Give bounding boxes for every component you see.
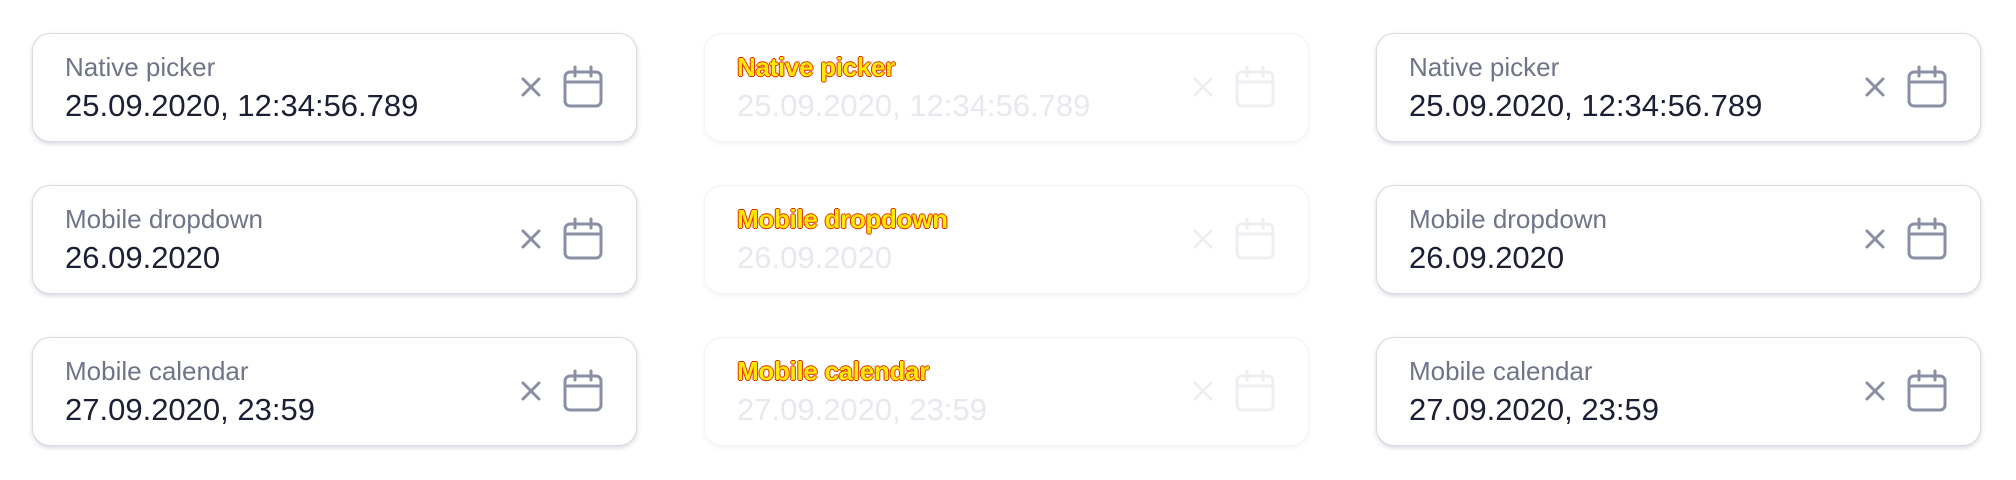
field-value: 25.09.2020, 12:34:56.789	[737, 88, 1091, 123]
calendar-icon[interactable]	[562, 217, 604, 261]
mobile-dropdown-field: Mobile dropdown 26.09.2020	[704, 185, 1309, 294]
native-picker-field: Native picker 25.09.2020, 12:34:56.789	[704, 33, 1309, 142]
calendar-icon[interactable]	[1906, 65, 1948, 109]
field-label: Mobile dropdown	[737, 204, 948, 234]
close-icon[interactable]	[1861, 377, 1889, 405]
close-icon[interactable]	[517, 377, 545, 405]
calendar-icon[interactable]	[1906, 217, 1948, 261]
field-value[interactable]: 26.09.2020	[1409, 240, 1564, 276]
date-panel-left: Native picker 25.09.2020, 12:34:56.789 M…	[0, 0, 672, 464]
native-picker-field[interactable]: Native picker 25.09.2020, 12:34:56.789	[32, 33, 637, 142]
field-value[interactable]: 27.09.2020, 23:59	[1409, 392, 1659, 428]
close-icon[interactable]	[1861, 225, 1889, 253]
close-icon	[1189, 225, 1217, 253]
field-value[interactable]: 25.09.2020, 12:34:56.789	[1409, 88, 1762, 124]
field-label: Mobile calendar	[65, 356, 249, 386]
field-label: Native picker	[1409, 52, 1560, 82]
close-icon	[1189, 377, 1217, 405]
field-label: Mobile dropdown	[1409, 204, 1608, 234]
calendar-icon	[1234, 65, 1276, 109]
field-label: Native picker	[65, 52, 216, 82]
field-label: Mobile dropdown	[65, 204, 264, 234]
field-label: Native picker	[737, 52, 895, 82]
field-value[interactable]: 27.09.2020, 23:59	[65, 392, 315, 428]
date-panel-middle: Native picker 25.09.2020, 12:34:56.789 M…	[672, 0, 1344, 464]
calendar-icon	[1234, 217, 1276, 261]
mobile-dropdown-field[interactable]: Mobile dropdown 26.09.2020	[32, 185, 637, 294]
mobile-calendar-field: Mobile calendar 27.09.2020, 23:59	[704, 337, 1309, 446]
date-panel-right: Native picker 25.09.2020, 12:34:56.789 M…	[1344, 0, 2016, 464]
mobile-calendar-field[interactable]: Mobile calendar 27.09.2020, 23:59	[32, 337, 637, 446]
mobile-calendar-field[interactable]: Mobile calendar 27.09.2020, 23:59	[1376, 337, 1981, 446]
field-label: Mobile calendar	[1409, 356, 1593, 386]
native-picker-field[interactable]: Native picker 25.09.2020, 12:34:56.789	[1376, 33, 1981, 142]
calendar-icon	[1234, 369, 1276, 413]
field-value: 26.09.2020	[737, 240, 893, 275]
calendar-icon[interactable]	[1906, 369, 1948, 413]
close-icon	[1189, 73, 1217, 101]
calendar-icon[interactable]	[562, 369, 604, 413]
field-value: 27.09.2020, 23:59	[737, 392, 987, 427]
field-value[interactable]: 26.09.2020	[65, 240, 220, 276]
close-icon[interactable]	[1861, 73, 1889, 101]
close-icon[interactable]	[517, 73, 545, 101]
field-label: Mobile calendar	[737, 356, 929, 386]
field-value[interactable]: 25.09.2020, 12:34:56.789	[65, 88, 418, 124]
close-icon[interactable]	[517, 225, 545, 253]
mobile-dropdown-field[interactable]: Mobile dropdown 26.09.2020	[1376, 185, 1981, 294]
calendar-icon[interactable]	[562, 65, 604, 109]
